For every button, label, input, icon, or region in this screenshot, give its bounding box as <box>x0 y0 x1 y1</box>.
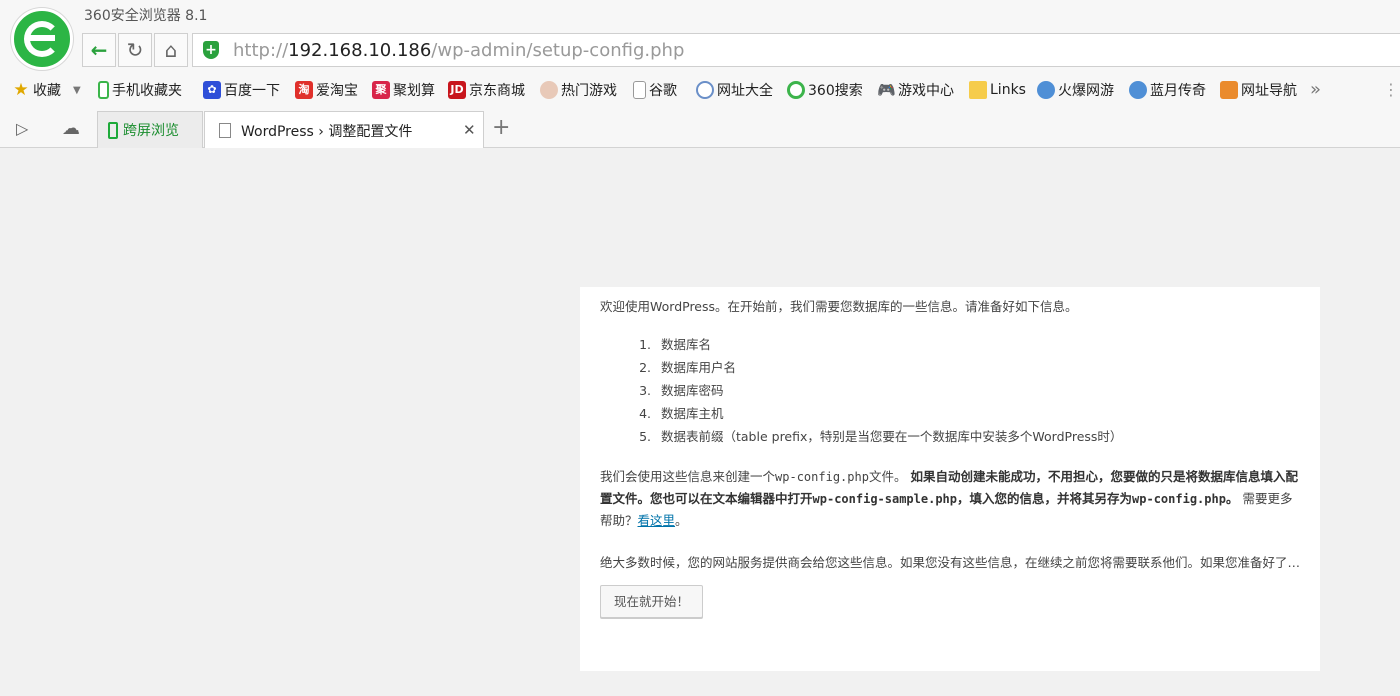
bookmark-juhuasuan[interactable]: 聚聚划算 <box>372 75 435 105</box>
game-icon <box>1037 81 1055 99</box>
phone-icon <box>98 81 109 99</box>
bookmark-mobile-favorites[interactable]: 手机收藏夹 <box>98 75 182 105</box>
browser-logo <box>11 8 73 70</box>
shield-icon: + <box>203 41 219 59</box>
arrow-left-icon: ← <box>90 38 108 62</box>
globe-icon <box>696 81 714 99</box>
home-icon: ⌂ <box>164 38 178 62</box>
bookmark-links-folder[interactable]: Links <box>969 75 1026 105</box>
list-item: 3. 数据库密码 <box>639 383 724 398</box>
bookmark-jd[interactable]: JD 京东商城 <box>448 75 525 105</box>
tab-wordpress-setup[interactable]: WordPress › 调整配置文件 ✕ <box>204 111 484 149</box>
home-button[interactable]: ⌂ <box>154 33 188 67</box>
game-avatar-icon <box>540 81 558 99</box>
bookmark-360-search[interactable]: 360搜索 <box>787 75 863 105</box>
url-host: 192.168.10.186 <box>288 39 432 61</box>
back-button[interactable]: ← <box>82 33 116 67</box>
bookmark-game-center[interactable]: 🎮 游戏中心 <box>877 75 954 105</box>
star-icon: ★ <box>13 80 29 100</box>
bookmark-lanyue[interactable]: 蓝月传奇 <box>1129 75 1206 105</box>
help-link[interactable]: 看这里 <box>638 513 676 528</box>
list-item: 5. 数据表前缀（table prefix，特别是当您要在一个数据库中安装多个Wo… <box>639 429 1123 444</box>
jd-icon: JD <box>448 81 466 99</box>
baidu-icon: ✿ <box>203 81 221 99</box>
page-viewport: 欢迎使用WordPress。在开始前，我们需要您数据库的一些信息。请准备好如下信… <box>0 148 1400 696</box>
start-button[interactable]: 现在就开始！ <box>600 585 704 618</box>
tab-title: WordPress › 调整配置文件 <box>241 123 413 140</box>
folder-icon <box>969 81 987 99</box>
tab-cross-screen[interactable]: 跨屏浏览 <box>97 111 203 148</box>
url-text[interactable]: http://192.168.10.186/wp-admin/setup-con… <box>233 40 684 61</box>
phone-icon <box>108 121 118 139</box>
cloud-icon[interactable]: ☁ <box>62 118 80 139</box>
list-item: 1. 数据库名 <box>639 337 712 352</box>
bookmark-hot-games[interactable]: 热门游戏 <box>540 75 617 105</box>
bookmark-url-nav[interactable]: 网址导航 <box>1220 75 1297 105</box>
config-explanation: 我们会使用这些信息来创建一个wp-config.php文件。 如果自动创建未能成… <box>600 469 1298 528</box>
browser-chrome: 360安全浏览器 8.1 ← ↻ ⌂ + http://192.168.10.1… <box>0 0 1400 149</box>
bookmark-taobao[interactable]: 淘爱淘宝 <box>295 75 358 105</box>
app-title: 360安全浏览器 8.1 <box>84 8 208 24</box>
bookmark-hot-online-games[interactable]: 火爆网游 <box>1037 75 1114 105</box>
refresh-button[interactable]: ↻ <box>118 33 152 67</box>
new-tab-button[interactable]: + <box>492 115 510 140</box>
bookmark-google[interactable]: 谷歌 <box>633 75 677 105</box>
url-scheme: http:// <box>233 39 289 61</box>
2345-icon <box>1220 81 1238 99</box>
page-icon <box>219 123 231 138</box>
intro-text: 欢迎使用WordPress。在开始前，我们需要您数据库的一些信息。请准备好如下信… <box>600 299 1078 314</box>
list-item: 2. 数据库用户名 <box>639 360 737 375</box>
chevron-double-right-icon[interactable]: » <box>1310 79 1321 100</box>
refresh-icon: ↻ <box>126 38 144 62</box>
setup-card: 欢迎使用WordPress。在开始前，我们需要您数据库的一些信息。请准备好如下信… <box>580 287 1320 671</box>
bookmark-url-directory[interactable]: 网址大全 <box>696 75 773 105</box>
url-path: /wp-admin/setup-config.php <box>431 39 685 61</box>
gamepad-icon: 🎮 <box>877 81 896 99</box>
bookmark-baidu[interactable]: ✿ 百度一下 <box>203 75 280 105</box>
navigation-bar: ← ↻ ⌂ + http://192.168.10.186/wp-admin/s… <box>82 33 1400 67</box>
sidebar-toggle-icon[interactable]: ▷ <box>16 119 28 138</box>
page-icon <box>633 81 646 99</box>
juhuasuan-icon: 聚 <box>372 81 390 99</box>
close-icon[interactable]: ✕ <box>463 121 476 139</box>
more-vertical-icon[interactable]: ⋮ <box>1383 80 1399 99</box>
taobao-icon: 淘 <box>295 81 313 99</box>
tab-bar: ▷ ☁ 跨屏浏览 WordPress › 调整配置文件 ✕ + <box>0 111 1400 149</box>
address-bar[interactable]: + http://192.168.10.186/wp-admin/setup-c… <box>192 33 1400 67</box>
provider-note: 绝大多数时候，您的网站服务提供商会给您这些信息。如果您没有这些信息，在继续之前您… <box>600 555 1301 570</box>
list-item: 4. 数据库主机 <box>639 406 724 421</box>
required-info-list: 1. 数据库名 2. 数据库用户名 3. 数据库密码 4. 数据库主机 5. 数据表前缀（… <box>600 334 1300 449</box>
bookmark-favorites[interactable]: ★ 收藏 ▼ <box>12 75 81 105</box>
game-icon <box>1129 81 1147 99</box>
360-search-icon <box>787 81 805 99</box>
bookmarks-bar: ★ 收藏 ▼ 手机收藏夹 ✿ 百度一下 淘爱淘宝 聚聚划算 JD 京东商城 热门游戏 谷… <box>0 75 1400 105</box>
dropdown-arrow-icon[interactable]: ▼ <box>73 85 81 96</box>
